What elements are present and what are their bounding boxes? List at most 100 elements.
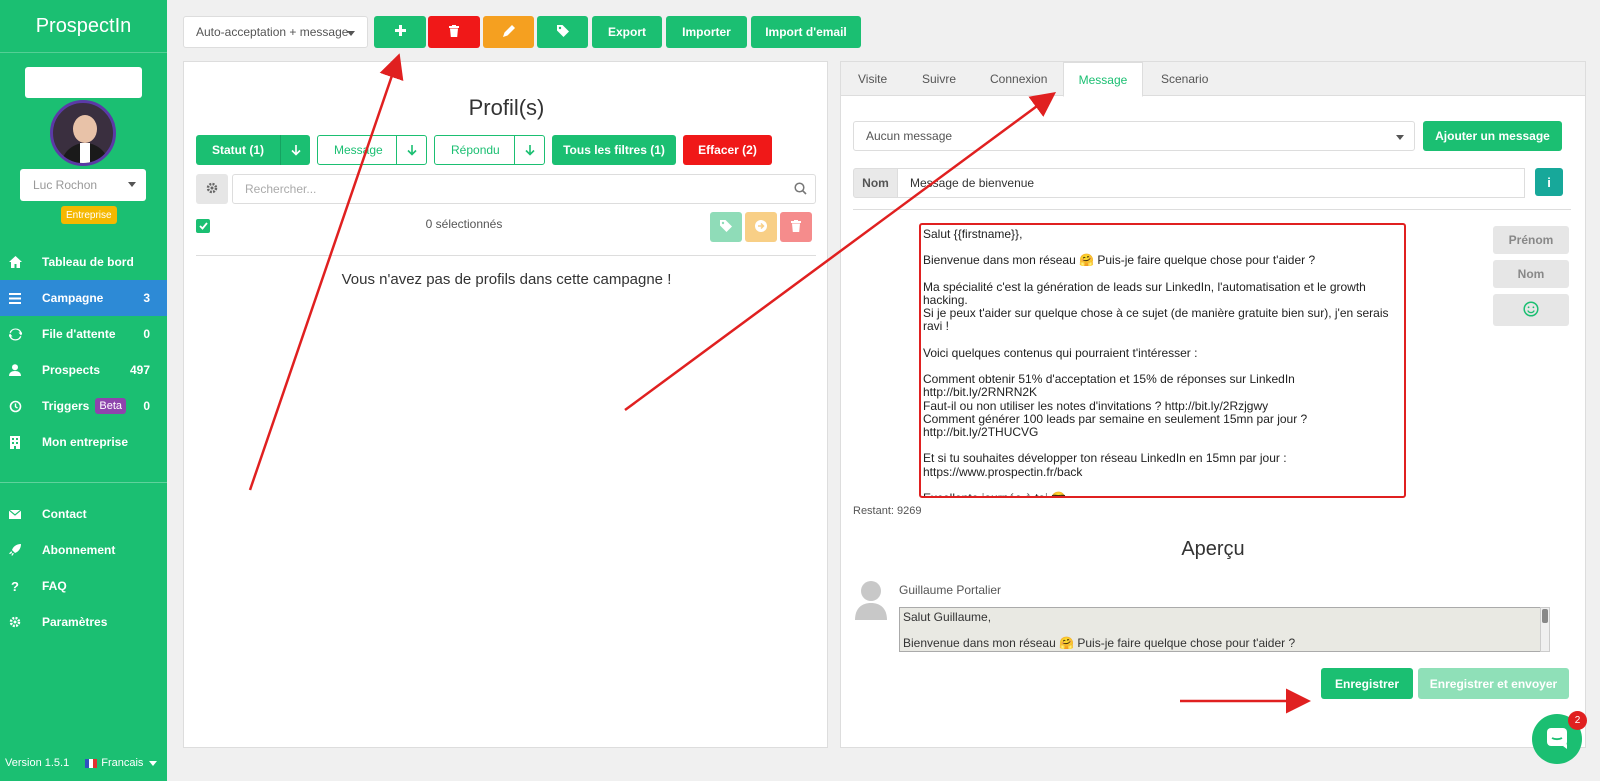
tag-icon — [556, 24, 569, 40]
filter-statut-button[interactable]: Statut (1) — [196, 135, 310, 165]
question-icon: ? — [11, 578, 19, 594]
info-button[interactable]: i — [1535, 168, 1563, 196]
sidebar-divider — [0, 482, 167, 483]
sidebar-item-company[interactable]: Mon entreprise — [0, 424, 167, 460]
message-panel: Visite Suivre Connexion Message Scenario… — [840, 61, 1586, 748]
sidebar-item-contact[interactable]: Contact — [0, 496, 167, 532]
sidebar: ProspectIn Luc Rochon Entreprise Tableau… — [0, 0, 167, 781]
info-icon: i — [1547, 174, 1551, 190]
tab-connexion[interactable]: Connexion — [990, 62, 1047, 96]
profiles-panel: Profil(s) Statut (1) Message Répondu Tou… — [183, 61, 828, 748]
insert-emoji-button[interactable] — [1493, 294, 1569, 326]
import-email-button[interactable]: Import d'email — [751, 16, 861, 48]
chevron-down-icon — [149, 760, 158, 766]
smiley-icon — [1523, 300, 1539, 320]
sidebar-item-queue[interactable]: File d'attente 0 — [0, 316, 167, 352]
tab-visite[interactable]: Visite — [858, 62, 887, 96]
sidebar-item-triggers[interactable]: Triggers Beta 0 — [0, 388, 167, 424]
add-message-button[interactable]: Ajouter un message — [1423, 121, 1562, 151]
version-bar: Version 1.5.1 Francais — [5, 757, 158, 769]
home-icon — [0, 256, 30, 268]
edit-campaign-button[interactable] — [483, 16, 534, 48]
secondary-nav: Contact Abonnement ? FAQ Paramètres — [0, 496, 167, 640]
message-name-input[interactable]: Message de bienvenue — [897, 168, 1525, 198]
avatar[interactable] — [50, 100, 116, 166]
message-select[interactable]: Aucun message — [853, 121, 1415, 151]
profiles-title: Profil(s) — [468, 95, 545, 120]
preview-message: Salut Guillaume, Bienvenue dans mon rése… — [899, 607, 1541, 652]
divider — [853, 209, 1571, 210]
user-select[interactable]: Luc Rochon — [20, 169, 146, 201]
envelope-icon — [0, 509, 30, 519]
list-icon — [0, 292, 30, 304]
tab-bar: Visite Suivre Connexion Message Scenario — [841, 62, 1585, 97]
tag-icon — [720, 219, 732, 235]
user-placeholder-icon — [855, 580, 887, 620]
import-button[interactable]: Importer — [666, 16, 747, 48]
delete-campaign-button[interactable] — [428, 16, 480, 48]
clear-filters-button[interactable]: Effacer (2) — [683, 135, 772, 165]
selected-count: 0 sélectionnés — [425, 217, 503, 231]
main-nav: Tableau de bord Campagne 3 File d'attent… — [0, 244, 167, 460]
add-campaign-button[interactable] — [374, 16, 426, 48]
insert-firstname-button[interactable]: Prénom — [1493, 226, 1569, 254]
pencil-icon — [502, 24, 515, 40]
history-icon — [0, 400, 30, 413]
beta-badge: Beta — [95, 398, 126, 414]
arrow-down-icon — [280, 135, 310, 165]
search-input[interactable]: Rechercher... — [232, 174, 816, 204]
tag-campaign-button[interactable] — [537, 16, 588, 48]
search-settings-button[interactable] — [196, 174, 228, 204]
name-label: Nom — [853, 168, 898, 198]
gear-icon — [206, 182, 218, 197]
message-body-textarea[interactable]: Salut {{firstname}}, Bienvenue dans mon … — [919, 223, 1406, 498]
plan-badge: Entreprise — [61, 206, 117, 224]
preview-recipient-name: Guillaume Portalier — [899, 583, 1002, 597]
user-icon — [0, 364, 30, 376]
trash-icon — [449, 24, 459, 40]
sidebar-item-dashboard[interactable]: Tableau de bord — [0, 244, 167, 280]
trash-icon — [791, 219, 801, 235]
sidebar-item-campagne[interactable]: Campagne 3 — [0, 280, 167, 316]
insert-lastname-button[interactable]: Nom — [1493, 260, 1569, 288]
save-button[interactable]: Enregistrer — [1321, 668, 1413, 699]
preview-title: Aperçu — [1181, 538, 1245, 560]
chevron-down-icon — [128, 182, 136, 187]
filter-repondu-button[interactable]: Répondu — [434, 135, 545, 165]
sidebar-item-subscription[interactable]: Abonnement — [0, 532, 167, 568]
chevron-down-icon — [1396, 135, 1404, 140]
language-select[interactable]: Francais — [85, 757, 158, 769]
sidebar-item-settings[interactable]: Paramètres — [0, 604, 167, 640]
gear-icon — [0, 616, 30, 628]
tab-suivre[interactable]: Suivre — [922, 62, 956, 96]
export-button[interactable]: Export — [592, 16, 662, 48]
arrow-down-icon — [514, 136, 544, 164]
plus-icon — [394, 25, 406, 39]
bulk-delete-button[interactable] — [780, 212, 812, 242]
filter-message-button[interactable]: Message — [317, 135, 427, 165]
rocket-icon — [0, 544, 30, 556]
refresh-icon — [0, 328, 30, 341]
campaign-select[interactable]: Auto-acceptation + message — [183, 16, 368, 48]
chevron-down-icon — [347, 31, 355, 36]
tab-scenario[interactable]: Scenario — [1161, 62, 1208, 96]
search-icon — [794, 182, 807, 198]
notification-badge: 2 — [1568, 711, 1587, 730]
tab-message[interactable]: Message — [1063, 62, 1143, 97]
bulk-tag-button[interactable] — [710, 212, 742, 242]
chat-icon — [1545, 726, 1569, 753]
remaining-chars: Restant: 9269 — [853, 505, 922, 517]
save-and-send-button[interactable]: Enregistrer et envoyer — [1418, 668, 1569, 699]
brand-logo[interactable]: ProspectIn — [0, 0, 167, 53]
empty-state-message: Vous n'avez pas de profils dans cette ca… — [341, 271, 672, 288]
version-label: Version 1.5.1 — [5, 757, 70, 769]
preview-scrollbar[interactable] — [1540, 607, 1550, 652]
arrow-down-icon — [396, 136, 426, 164]
all-filters-button[interactable]: Tous les filtres (1) — [552, 135, 676, 165]
bulk-move-button[interactable] — [745, 212, 777, 242]
sidebar-input[interactable] — [25, 67, 142, 98]
divider — [196, 255, 816, 256]
building-icon — [0, 435, 30, 449]
sidebar-item-prospects[interactable]: Prospects 497 — [0, 352, 167, 388]
sidebar-item-faq[interactable]: ? FAQ — [0, 568, 167, 604]
